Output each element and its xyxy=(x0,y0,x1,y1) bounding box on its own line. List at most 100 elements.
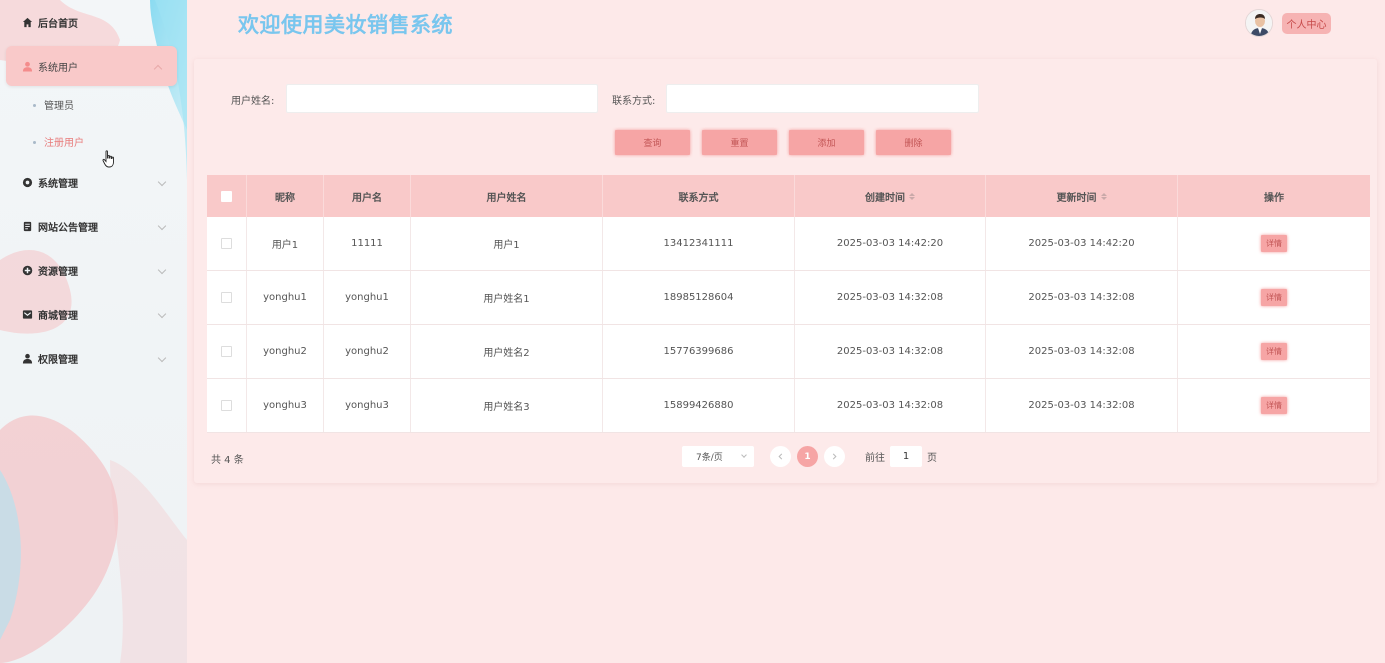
cell-nickname: yonghu2 xyxy=(247,325,324,378)
hand-cursor-icon xyxy=(102,150,114,168)
cell-nickname: yonghu3 xyxy=(247,379,324,432)
chevron-down-icon xyxy=(157,265,167,275)
cell-actions: 详情 xyxy=(1178,379,1370,432)
avatar[interactable] xyxy=(1245,9,1273,37)
name-search-input[interactable] xyxy=(286,84,598,113)
detail-button[interactable]: 详情 xyxy=(1261,397,1287,414)
cell-updated: 2025-03-03 14:42:20 xyxy=(986,217,1178,270)
cell-username: yonghu1 xyxy=(324,271,411,324)
sidebar-subitem-admin[interactable]: 管理员 xyxy=(0,86,187,123)
cell-realname: 用户姓名3 xyxy=(411,379,603,432)
cell-contact: 15776399686 xyxy=(603,325,795,378)
sidebar-item-home[interactable]: 后台首页 xyxy=(0,0,187,44)
select-all-cell xyxy=(207,175,247,217)
detail-button[interactable]: 详情 xyxy=(1261,289,1287,306)
profile-center-button[interactable]: 个人中心 xyxy=(1282,13,1331,34)
cell-created: 2025-03-03 14:32:08 xyxy=(795,325,986,378)
cell-nickname: yonghu1 xyxy=(247,271,324,324)
sidebar-item-label: 资源管理 xyxy=(38,266,78,278)
sidebar-menu: 后台首页 系统用户 管理员 注册用户 系统管理 网站公告管理 资源管理 商城管理… xyxy=(0,0,187,380)
cell-actions: 详情 xyxy=(1178,217,1370,270)
user-icon xyxy=(22,61,33,72)
column-header-created[interactable]: 创建时间 xyxy=(795,175,986,217)
goto-suffix: 页 xyxy=(927,453,937,464)
next-page-button[interactable] xyxy=(824,446,845,467)
sidebar-item-resources[interactable]: 资源管理 xyxy=(0,248,187,292)
sidebar-item-label: 系统管理 xyxy=(38,178,78,190)
column-header-updated[interactable]: 更新时间 xyxy=(986,175,1178,217)
delete-button[interactable]: 删除 xyxy=(876,130,951,155)
column-header-username: 用户名 xyxy=(324,175,411,217)
chevron-right-icon xyxy=(832,453,837,460)
top-header: 欢迎使用美妆销售系统 个人中心 xyxy=(187,0,1385,48)
sidebar-item-system-users[interactable]: 系统用户 xyxy=(6,46,177,86)
sidebar-subitem-registered-users[interactable]: 注册用户 xyxy=(0,123,187,160)
goto-page-input[interactable] xyxy=(890,446,922,467)
cell-created: 2025-03-03 14:32:08 xyxy=(795,379,986,432)
sidebar-subitem-label: 管理员 xyxy=(44,101,74,112)
avatar-icon xyxy=(1246,10,1272,36)
row-checkbox[interactable] xyxy=(221,292,232,303)
page-size-select[interactable]: 7条/页 xyxy=(682,446,754,467)
home-icon xyxy=(22,17,33,28)
cell-realname: 用户姓名1 xyxy=(411,271,603,324)
plus-circle-icon xyxy=(22,265,33,276)
main-panel: 用户姓名: 联系方式: 查询 重置 添加 删除 昵称 用户名 用户姓名 联系方式… xyxy=(194,59,1377,483)
chevron-down-icon xyxy=(157,221,167,231)
cell-username: yonghu2 xyxy=(324,325,411,378)
sort-icon[interactable] xyxy=(1100,192,1107,200)
search-form: 用户姓名: 联系方式: xyxy=(194,84,1377,114)
cell-actions: 详情 xyxy=(1178,325,1370,378)
cell-created: 2025-03-03 14:32:08 xyxy=(795,271,986,324)
row-select-cell xyxy=(207,379,247,432)
row-select-cell xyxy=(207,271,247,324)
column-header-realname: 用户姓名 xyxy=(411,175,603,217)
row-select-cell xyxy=(207,217,247,270)
users-table: 昵称 用户名 用户姓名 联系方式 创建时间 更新时间 操作 用户1 11111 … xyxy=(207,175,1370,433)
total-count: 共 4 条 xyxy=(211,455,244,466)
action-buttons: 查询 重置 添加 删除 xyxy=(615,130,963,155)
name-search-label: 用户姓名: xyxy=(231,96,275,107)
cell-created: 2025-03-03 14:42:20 xyxy=(795,217,986,270)
row-checkbox[interactable] xyxy=(221,400,232,411)
pagination: 7条/页 1 前往 页 xyxy=(682,446,937,467)
goto-page: 前往 页 xyxy=(865,446,937,467)
row-checkbox[interactable] xyxy=(221,346,232,357)
chevron-down-icon xyxy=(157,309,167,319)
cell-contact: 13412341111 xyxy=(603,217,795,270)
add-button[interactable]: 添加 xyxy=(789,130,864,155)
column-header-contact: 联系方式 xyxy=(603,175,795,217)
query-button[interactable]: 查询 xyxy=(615,130,690,155)
sidebar-item-label: 系统用户 xyxy=(38,62,78,74)
contact-search-label: 联系方式: xyxy=(612,96,656,107)
cell-updated: 2025-03-03 14:32:08 xyxy=(986,379,1178,432)
document-icon xyxy=(22,221,33,232)
cell-username: 11111 xyxy=(324,217,411,270)
detail-button[interactable]: 详情 xyxy=(1261,235,1287,252)
sidebar-item-label: 后台首页 xyxy=(38,18,78,30)
cell-updated: 2025-03-03 14:32:08 xyxy=(986,271,1178,324)
chevron-left-icon xyxy=(778,453,783,460)
cell-actions: 详情 xyxy=(1178,271,1370,324)
cell-nickname: 用户1 xyxy=(247,217,324,270)
goto-prefix: 前往 xyxy=(865,453,885,464)
cell-contact: 18985128604 xyxy=(603,271,795,324)
sidebar-item-permissions[interactable]: 权限管理 xyxy=(0,336,187,380)
sidebar-item-system-management[interactable]: 系统管理 xyxy=(0,160,187,204)
reset-button[interactable]: 重置 xyxy=(702,130,777,155)
contact-search-input[interactable] xyxy=(666,84,979,113)
chevron-down-icon xyxy=(741,452,747,458)
select-all-checkbox[interactable] xyxy=(221,190,232,202)
sidebar-item-mall[interactable]: 商城管理 xyxy=(0,292,187,336)
table-row: yonghu3 yonghu3 用户姓名3 15899426880 2025-0… xyxy=(207,379,1370,433)
prev-page-button[interactable] xyxy=(770,446,791,467)
sidebar-item-announcements[interactable]: 网站公告管理 xyxy=(0,204,187,248)
column-header-label: 创建时间 xyxy=(865,192,905,204)
page-number-button[interactable]: 1 xyxy=(797,446,818,467)
table-row: 用户1 11111 用户1 13412341111 2025-03-03 14:… xyxy=(207,217,1370,271)
chevron-down-icon xyxy=(157,177,167,187)
sidebar-subitem-label: 注册用户 xyxy=(44,138,84,149)
sort-icon[interactable] xyxy=(909,192,915,200)
row-checkbox[interactable] xyxy=(221,238,232,249)
detail-button[interactable]: 详情 xyxy=(1261,343,1287,360)
